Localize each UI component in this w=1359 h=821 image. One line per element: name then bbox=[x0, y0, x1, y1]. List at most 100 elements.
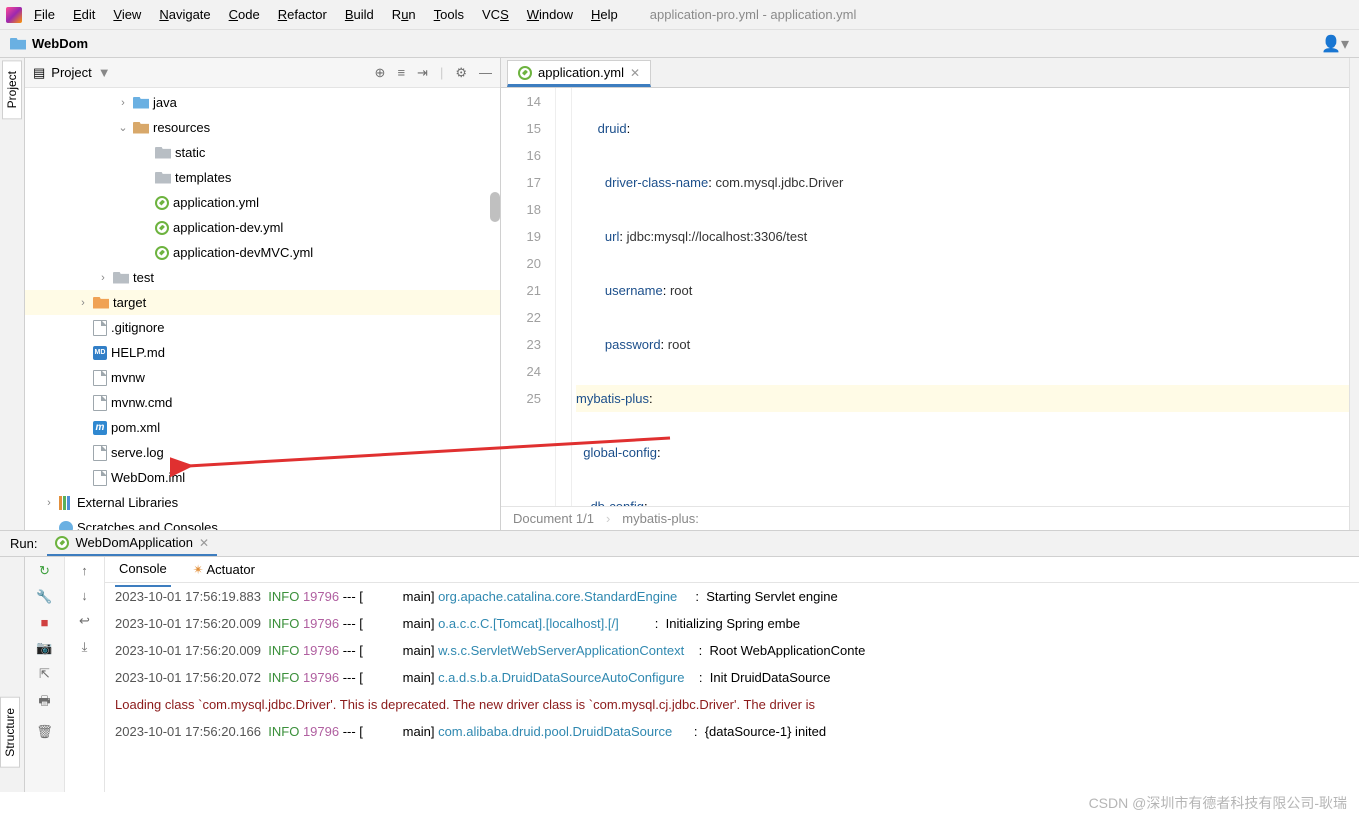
menu-tools[interactable]: Tools bbox=[428, 5, 470, 24]
spring-config-icon bbox=[155, 221, 169, 235]
tree-node-gitignore[interactable]: .gitignore bbox=[111, 320, 164, 335]
editor-tab-application-yml[interactable]: application.yml ✕ bbox=[507, 60, 651, 87]
window-title: application-pro.yml - application.yml bbox=[650, 7, 857, 22]
file-icon bbox=[93, 395, 107, 411]
user-menu-icon[interactable]: 👤▾ bbox=[1321, 34, 1349, 54]
spring-config-icon bbox=[155, 246, 169, 260]
maven-icon: m bbox=[93, 421, 107, 435]
fold-gutter[interactable] bbox=[556, 88, 572, 506]
tree-node-app-dev[interactable]: application-dev.yml bbox=[173, 220, 283, 235]
tree-node-java[interactable]: java bbox=[153, 95, 177, 110]
project-view-label[interactable]: Project bbox=[51, 65, 91, 80]
file-icon bbox=[93, 445, 107, 461]
spring-boot-icon bbox=[55, 536, 69, 550]
resources-folder-icon bbox=[133, 122, 149, 134]
tree-node-static[interactable]: static bbox=[175, 145, 205, 160]
left-tool-strip: Project bbox=[0, 58, 25, 530]
exit-icon[interactable]: ⇱ bbox=[39, 666, 50, 682]
file-icon bbox=[93, 470, 107, 486]
down-arrow-icon[interactable]: ↓ bbox=[81, 588, 88, 603]
tree-node-iml[interactable]: WebDom.iml bbox=[111, 470, 185, 485]
tree-node-test[interactable]: test bbox=[133, 270, 154, 285]
menu-view[interactable]: View bbox=[107, 5, 147, 24]
folder-icon bbox=[113, 272, 129, 284]
run-toolwindow-header: Run: WebDomApplication ✕ bbox=[0, 530, 1359, 557]
markdown-icon: MD bbox=[93, 346, 107, 360]
stop-icon[interactable]: ■ bbox=[41, 615, 49, 630]
project-folder-icon bbox=[10, 38, 26, 50]
tree-node-templates[interactable]: templates bbox=[175, 170, 231, 185]
crumb-path[interactable]: mybatis-plus: bbox=[622, 511, 699, 526]
run-output-toolbar: ↑ ↓ ↩ ⤓ bbox=[65, 557, 105, 792]
hide-pane-icon[interactable]: — bbox=[479, 65, 492, 81]
ide-logo-icon bbox=[6, 7, 22, 23]
trash-icon[interactable]: 🗑 bbox=[36, 724, 53, 740]
line-gutter: 141516171819202122232425 bbox=[501, 88, 556, 506]
file-icon bbox=[93, 320, 107, 336]
menu-vcs[interactable]: VCS bbox=[476, 5, 515, 24]
tree-node-mvnw[interactable]: mvnw bbox=[111, 370, 145, 385]
camera-icon[interactable]: 📷 bbox=[36, 640, 52, 656]
structure-tool-tab[interactable]: Structure bbox=[0, 697, 20, 768]
menu-edit[interactable]: Edit bbox=[67, 5, 101, 24]
folder-icon bbox=[133, 97, 149, 109]
menu-build[interactable]: Build bbox=[339, 5, 380, 24]
code-editor[interactable]: 141516171819202122232425 druid: driver-c… bbox=[501, 88, 1349, 506]
menu-refactor[interactable]: Refactor bbox=[272, 5, 333, 24]
wrench-icon[interactable]: 🔧 bbox=[36, 589, 52, 605]
scrollbar-thumb[interactable] bbox=[490, 192, 500, 222]
run-toolbar: ↻ 🔧 ■ 📷 ⇱ 🖶 🗑 bbox=[25, 557, 65, 792]
project-tool-tab[interactable]: Project bbox=[2, 60, 22, 119]
target-folder-icon bbox=[93, 297, 109, 309]
close-tab-icon[interactable]: ✕ bbox=[630, 66, 640, 80]
crumb-doc[interactable]: Document 1/1 bbox=[513, 511, 594, 526]
actuator-subtab[interactable]: ✴ Actuator bbox=[189, 557, 259, 586]
tree-node-resources[interactable]: resources bbox=[153, 120, 210, 135]
print-icon[interactable]: 🖶 bbox=[38, 692, 50, 714]
folder-icon bbox=[155, 172, 171, 184]
project-tree[interactable]: ›java ⌄resources static templates applic… bbox=[25, 88, 500, 530]
editor-tab-label: application.yml bbox=[538, 65, 624, 80]
tree-node-scratches[interactable]: Scratches and Consoles bbox=[77, 520, 218, 530]
tree-node-app-yml[interactable]: application.yml bbox=[173, 195, 259, 210]
menu-navigate[interactable]: Navigate bbox=[153, 5, 216, 24]
up-arrow-icon[interactable]: ↑ bbox=[81, 563, 88, 578]
rerun-icon[interactable]: ↻ bbox=[39, 563, 50, 579]
scratches-icon bbox=[59, 521, 73, 531]
close-run-tab-icon[interactable]: ✕ bbox=[199, 536, 209, 550]
menu-help[interactable]: Help bbox=[585, 5, 624, 24]
collapse-all-icon[interactable]: ⇥ bbox=[417, 65, 428, 81]
menu-window[interactable]: Window bbox=[521, 5, 579, 24]
tree-node-app-devmvc[interactable]: application-devMVC.yml bbox=[173, 245, 313, 260]
menu-bar: File Edit View Navigate Code Refactor Bu… bbox=[0, 0, 1359, 29]
console-output[interactable]: 2023-10-01 17:56:19.883 INFO 19796 --- [… bbox=[105, 583, 1359, 745]
tree-node-serve-log[interactable]: serve.log bbox=[111, 445, 164, 460]
soft-wrap-icon[interactable]: ↩ bbox=[79, 613, 90, 629]
libraries-icon bbox=[59, 496, 73, 510]
select-opened-file-icon[interactable]: ⊕ bbox=[375, 65, 386, 81]
project-view-icon: ▤ bbox=[33, 65, 45, 81]
right-tool-strip bbox=[1349, 58, 1359, 530]
tree-node-target[interactable]: target bbox=[113, 295, 146, 310]
tree-node-ext-lib[interactable]: External Libraries bbox=[77, 495, 178, 510]
tree-node-mvnwcmd[interactable]: mvnw.cmd bbox=[111, 395, 172, 410]
settings-gear-icon[interactable]: ⚙ bbox=[455, 65, 467, 81]
expand-all-icon[interactable]: ≡ bbox=[397, 65, 405, 81]
console-pane: Console ✴ Actuator 2023-10-01 17:56:19.8… bbox=[105, 557, 1359, 792]
code-content[interactable]: druid: driver-class-name: com.mysql.jdbc… bbox=[572, 88, 1349, 506]
folder-icon bbox=[155, 147, 171, 159]
menu-code[interactable]: Code bbox=[223, 5, 266, 24]
breadcrumb-bar: Document 1/1 › mybatis-plus: bbox=[501, 506, 1349, 530]
menu-file[interactable]: File bbox=[28, 5, 61, 24]
spring-config-icon bbox=[518, 66, 532, 80]
run-config-tab[interactable]: WebDomApplication ✕ bbox=[47, 531, 217, 556]
project-pane: ▤ Project ▼ ⊕ ≡ ⇥ | ⚙ — ›java ⌄resources… bbox=[25, 58, 501, 530]
nav-bar: WebDom 👤▾ bbox=[0, 29, 1359, 58]
tree-node-pom[interactable]: pom.xml bbox=[111, 420, 160, 435]
editor-pane: application.yml ✕ 1415161718192021222324… bbox=[501, 58, 1349, 530]
menu-run[interactable]: Run bbox=[386, 5, 422, 24]
dropdown-caret-icon[interactable]: ▼ bbox=[98, 65, 111, 80]
scroll-to-end-icon[interactable]: ⤓ bbox=[82, 639, 88, 655]
project-name[interactable]: WebDom bbox=[32, 36, 88, 51]
tree-node-help[interactable]: HELP.md bbox=[111, 345, 165, 360]
